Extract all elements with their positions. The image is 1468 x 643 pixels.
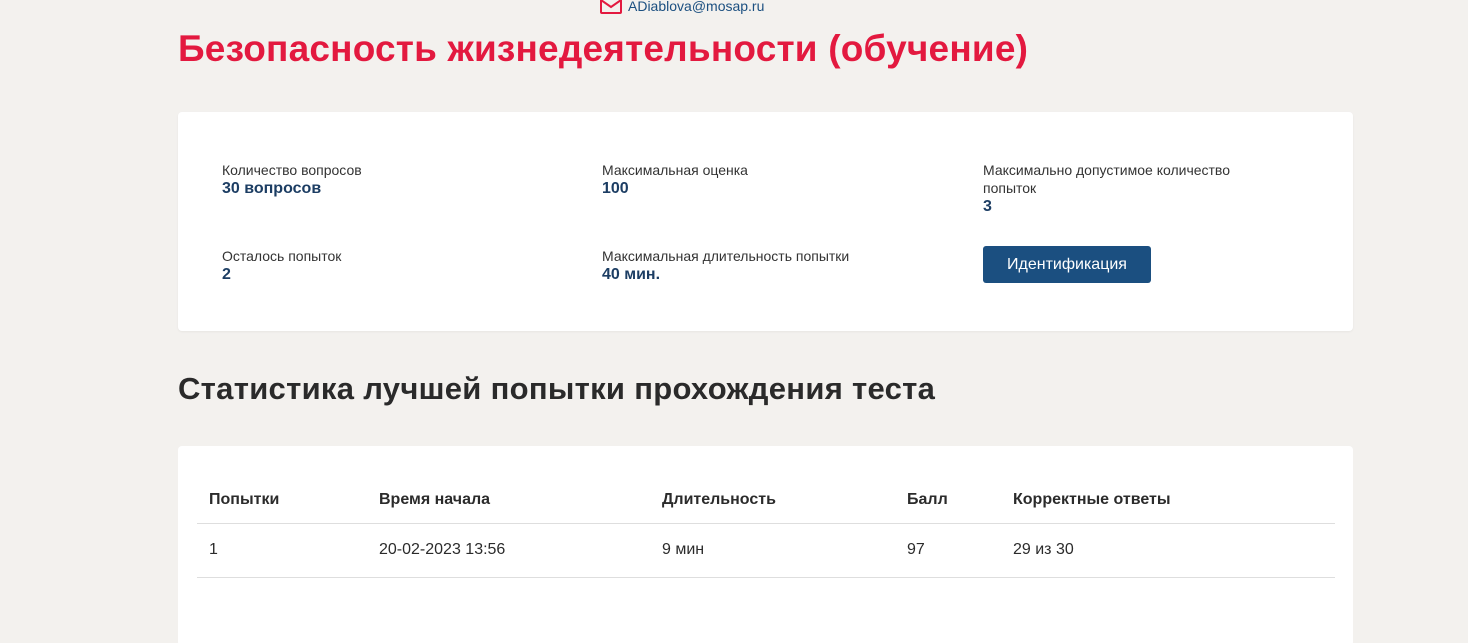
column-header-duration: Длительность <box>650 478 895 524</box>
cell-start-time: 20-02-2023 13:56 <box>367 523 650 578</box>
cell-score: 97 <box>895 523 1001 578</box>
max-score-label: Максимальная оценка <box>602 162 748 178</box>
max-score-field: Максимальная оценка 100 <box>602 161 748 199</box>
max-attempts-label: Максимально допустимое количество попыто… <box>983 162 1230 196</box>
remaining-attempts-field: Осталось попыток 2 <box>222 247 341 285</box>
cell-duration: 9 мин <box>650 523 895 578</box>
max-duration-value: 40 мин. <box>602 266 661 283</box>
mail-icon <box>600 0 622 14</box>
questions-count-label: Количество вопросов <box>222 162 362 178</box>
column-header-attempts: Попытки <box>197 478 367 524</box>
remaining-attempts-value: 2 <box>222 266 231 283</box>
cell-attempt: 1 <box>197 523 367 578</box>
column-header-correct-answers: Корректные ответы <box>1001 478 1335 524</box>
column-header-start-time: Время начала <box>367 478 650 524</box>
column-header-score: Балл <box>895 478 1001 524</box>
max-attempts-value: 3 <box>983 198 992 215</box>
cell-correct-answers: 29 из 30 <box>1001 523 1335 578</box>
stats-table: Попытки Время начала Длительность Балл К… <box>197 478 1335 578</box>
max-score-value: 100 <box>602 180 629 197</box>
remaining-attempts-label: Осталось попыток <box>222 248 342 264</box>
questions-count-value: 30 вопросов <box>222 180 322 197</box>
table-row: 1 20-02-2023 13:56 9 мин 97 29 из 30 <box>197 523 1335 578</box>
identification-button[interactable]: Идентификация <box>983 246 1151 283</box>
user-email[interactable]: ADiablova@mosap.ru <box>600 0 764 14</box>
stats-section-title: Статистика лучшей попытки прохождения те… <box>178 371 936 406</box>
max-duration-label: Максимальная длительность попытки <box>602 248 850 264</box>
stats-card: Попытки Время начала Длительность Балл К… <box>178 446 1353 643</box>
table-header-row: Попытки Время начала Длительность Балл К… <box>197 478 1335 524</box>
max-duration-field: Максимальная длительность попытки 40 мин… <box>602 247 849 285</box>
email-text: ADiablova@mosap.ru <box>628 0 765 14</box>
test-info-card: Количество вопросов 30 вопросов Максимал… <box>178 112 1353 331</box>
page: ADiablova@mosap.ru Безопасность жизнедея… <box>0 0 1468 643</box>
questions-count-field: Количество вопросов 30 вопросов <box>222 161 362 199</box>
page-title: Безопасность жизнедеятельности (обучение… <box>178 28 1029 69</box>
max-attempts-field: Максимально допустимое количество попыто… <box>983 161 1283 217</box>
